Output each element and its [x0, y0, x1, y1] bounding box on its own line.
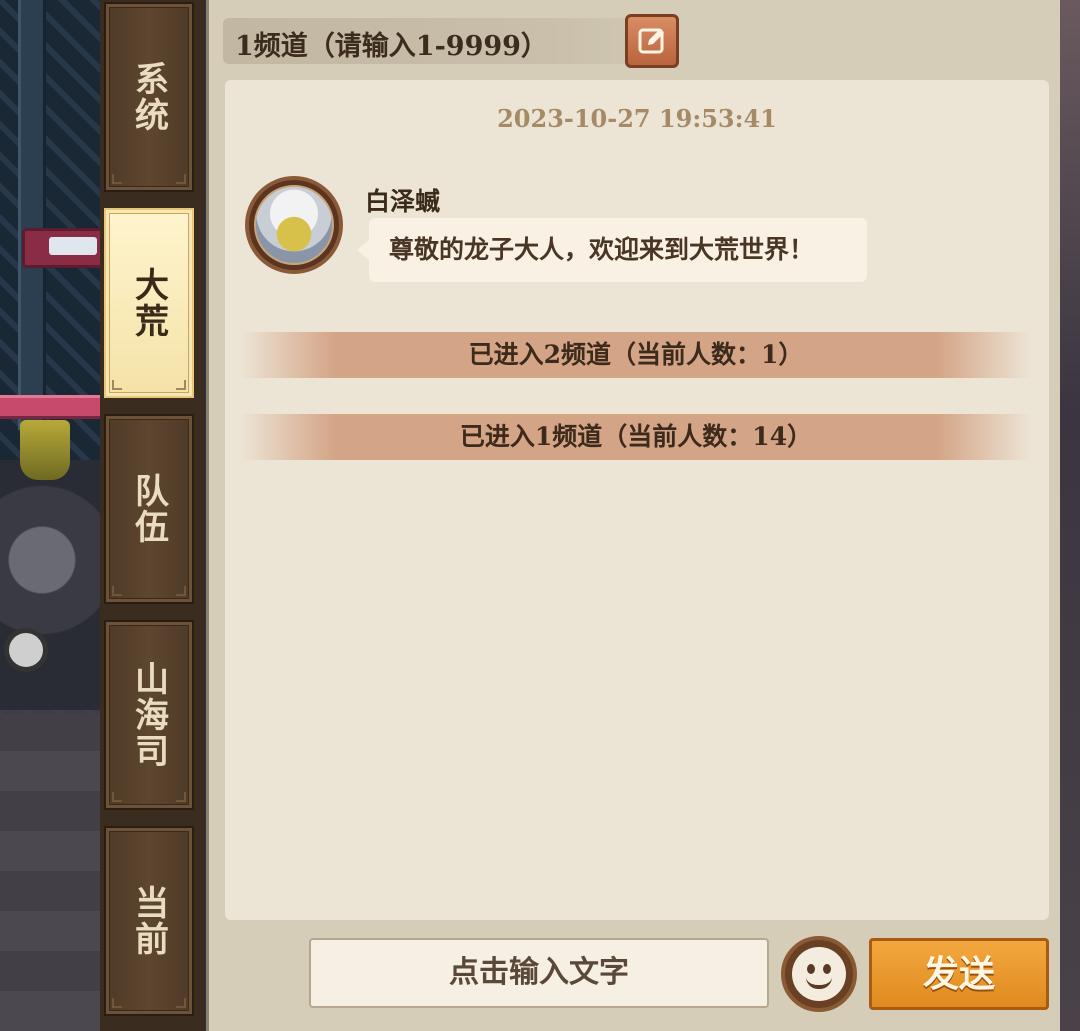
tab-label: 系统 — [128, 61, 169, 133]
channel-indicator[interactable]: 1频道（请输入1-9999） — [223, 18, 633, 64]
avatar[interactable] — [245, 176, 343, 274]
system-notice: 已进入1频道（当前人数：14） — [241, 414, 1031, 460]
tab-label: 队伍 — [128, 473, 169, 545]
game-scene-right — [1060, 0, 1080, 1031]
scaffold-beam — [18, 0, 46, 430]
edit-channel-button[interactable] — [625, 14, 679, 68]
emoji-button[interactable] — [781, 936, 857, 1012]
message-timestamp: 2023-10-27 19:53:41 — [497, 104, 777, 133]
tab-label: 当前 — [128, 885, 169, 957]
floor — [0, 715, 105, 1031]
send-button[interactable]: 发送 — [869, 938, 1049, 1010]
system-notice: 已进入2频道（当前人数：1） — [241, 332, 1031, 378]
tab-dahuang[interactable]: 大荒 — [104, 208, 194, 398]
smiley-icon — [792, 947, 846, 1001]
sender-name: 白泽蝛 — [365, 187, 441, 216]
chat-panel: 1频道（请输入1-9999） 2023-10-27 19:53:41 白泽蝛 尊… — [206, 0, 1060, 1031]
tab-label: 大荒 — [128, 267, 169, 339]
tab-system[interactable]: 系统 — [104, 2, 194, 192]
chat-channel-tabs: 系统 大荒 队伍 山海司 当前 — [100, 0, 204, 1031]
shop-banner — [22, 228, 111, 268]
machine-decoration — [0, 460, 105, 710]
npc-portrait — [254, 185, 334, 265]
tab-team[interactable]: 队伍 — [104, 414, 194, 604]
tab-shanhaisi[interactable]: 山海司 — [104, 620, 194, 810]
edit-icon — [638, 28, 664, 54]
channel-label: 1频道（请输入1-9999） — [235, 31, 548, 62]
message-bubble: 尊敬的龙子大人，欢迎来到大荒世界！ — [357, 218, 867, 282]
tab-current[interactable]: 当前 — [104, 826, 194, 1016]
chat-input[interactable]: 点击输入文字 — [309, 938, 769, 1008]
lamp-decoration — [20, 420, 70, 480]
scaffold-rail — [0, 395, 105, 419]
wheel-decoration — [4, 628, 48, 672]
tab-label: 山海司 — [128, 661, 169, 769]
message-list[interactable]: 2023-10-27 19:53:41 白泽蝛 尊敬的龙子大人，欢迎来到大荒世界… — [225, 80, 1049, 920]
game-scene-left — [0, 0, 111, 1031]
